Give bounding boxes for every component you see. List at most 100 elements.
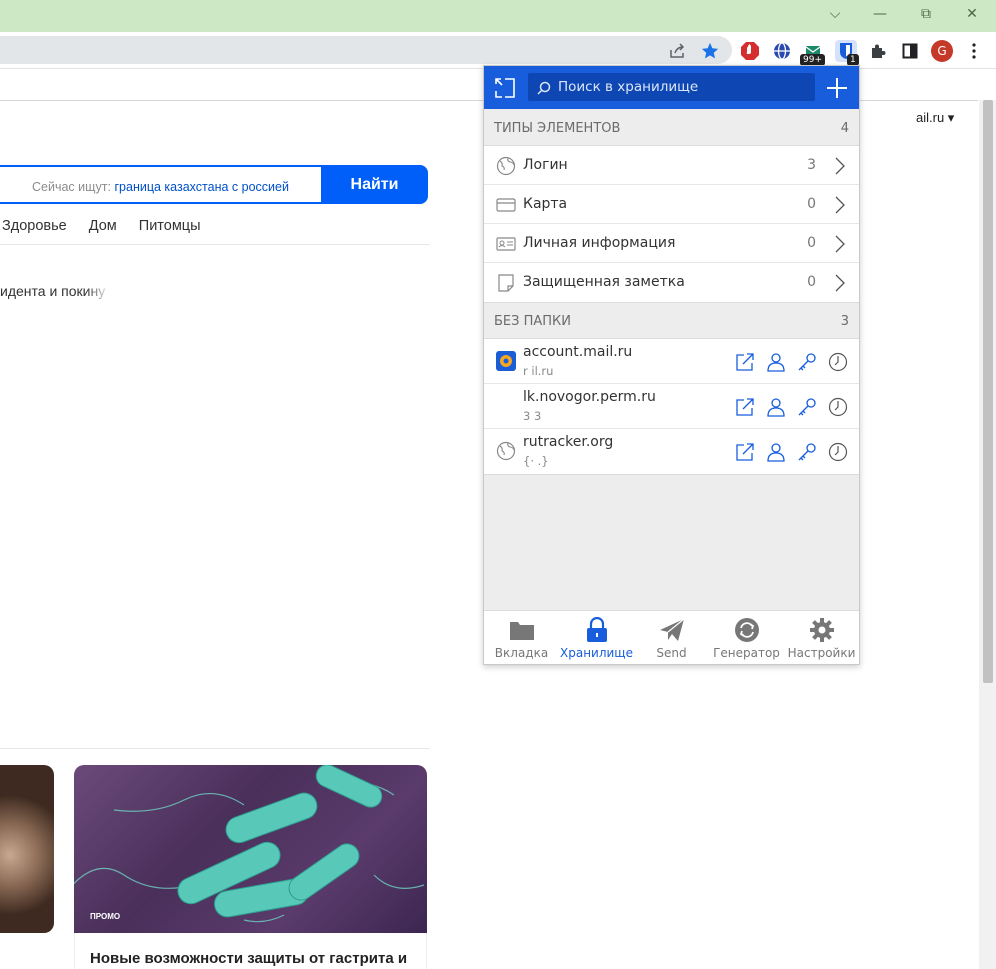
nofolder-section-count: 3 xyxy=(840,314,849,329)
bitwarden-extension-icon[interactable]: 1 xyxy=(835,40,859,66)
bookmark-star-icon[interactable] xyxy=(699,40,721,62)
totp-clock-icon[interactable] xyxy=(827,351,849,373)
promo-card-title[interactable]: Новые возможности защиты от гастрита и xyxy=(90,950,407,967)
types-section-count: 4 xyxy=(840,121,849,136)
vpn-extension-icon[interactable] xyxy=(771,40,793,62)
note-icon xyxy=(496,273,516,293)
news-snippet[interactable]: идента и покину xyxy=(0,283,110,299)
popup-header: Поиск в хранилище xyxy=(484,66,859,109)
popout-icon[interactable] xyxy=(494,77,516,99)
scrollbar-thumb[interactable] xyxy=(983,100,993,683)
tab-label: Настройки xyxy=(787,646,856,660)
type-row-identity[interactable]: Личная информация 0 xyxy=(484,224,859,263)
gear-icon xyxy=(809,617,835,643)
type-count: 0 xyxy=(807,235,816,251)
popup-tab-bar: Вкладка Хранилище Send Генератор Настрой… xyxy=(484,610,859,664)
globe-icon xyxy=(496,441,516,461)
type-count: 0 xyxy=(807,196,816,212)
tab-search-button[interactable]: ⌵ xyxy=(823,4,847,24)
tab-generator[interactable]: Генератор xyxy=(709,611,784,664)
mail-extension-icon[interactable]: 99+ xyxy=(800,40,825,66)
title-bar: ⌵ — ⧉ ✕ xyxy=(0,0,996,32)
lock-icon xyxy=(584,617,610,643)
category-home[interactable]: Дом xyxy=(89,218,117,234)
folder-icon xyxy=(509,617,535,643)
plus-icon xyxy=(827,78,847,98)
extensions-puzzle-icon[interactable] xyxy=(867,40,889,62)
launch-icon[interactable] xyxy=(734,441,756,463)
type-row-login[interactable]: Логин 3 xyxy=(484,146,859,185)
search-icon xyxy=(537,80,551,99)
item-actions xyxy=(734,441,849,463)
mailru-icon xyxy=(496,351,516,371)
copy-username-icon[interactable] xyxy=(765,396,787,418)
type-row-note[interactable]: Защищенная заметка 0 xyxy=(484,263,859,302)
search-button[interactable]: Найти xyxy=(321,165,428,204)
types-section-title: ТИПЫ ЭЛЕМЕНТОВ xyxy=(494,121,621,136)
menu-kebab-icon[interactable] xyxy=(963,40,985,62)
user-account-menu[interactable]: ail.ru ▾ xyxy=(916,110,954,126)
tab-send[interactable]: Send xyxy=(634,611,709,664)
vault-search-input[interactable]: Поиск в хранилище xyxy=(528,73,815,101)
category-divider xyxy=(0,244,430,245)
chevron-right-icon xyxy=(833,194,847,216)
vault-search-placeholder: Поиск в хранилище xyxy=(558,79,699,95)
side-panel-icon[interactable] xyxy=(899,40,921,62)
tab-current-tab[interactable]: Вкладка xyxy=(484,611,559,664)
item-actions xyxy=(734,351,849,373)
id-card-icon xyxy=(496,234,516,254)
search-hint-link[interactable]: граница казахстана с россией xyxy=(115,180,289,194)
search-hint-prefix: Сейчас ищут: xyxy=(32,180,112,194)
type-label: Логин xyxy=(523,157,568,173)
copy-username-icon[interactable] xyxy=(765,351,787,373)
chevron-right-icon xyxy=(833,155,847,177)
profile-avatar[interactable]: G xyxy=(931,40,953,62)
vault-item-row[interactable]: account.mail.ru r il.ru xyxy=(484,339,859,384)
profile-initial: G xyxy=(931,40,953,62)
vault-item-row[interactable]: rutracker.org {· .} xyxy=(484,429,859,474)
category-pets[interactable]: Питомцы xyxy=(139,218,201,234)
type-label: Защищенная заметка xyxy=(523,274,685,290)
types-section-header: ТИПЫ ЭЛЕМЕНТОВ 4 xyxy=(484,111,859,146)
vault-item-row[interactable]: lk.novogor.perm.ru 3 3 xyxy=(484,384,859,429)
copy-password-icon[interactable] xyxy=(796,396,818,418)
type-row-card[interactable]: Карта 0 xyxy=(484,185,859,224)
nofolder-section-header: БЕЗ ПАПКИ 3 xyxy=(484,304,859,339)
launch-icon[interactable] xyxy=(734,396,756,418)
copy-password-icon[interactable] xyxy=(796,441,818,463)
item-username: {· .} xyxy=(523,454,549,468)
promo-label: ПРОМО xyxy=(90,912,121,921)
category-health[interactable]: Здоровье xyxy=(2,218,67,234)
item-name: rutracker.org xyxy=(523,434,614,450)
tab-vault[interactable]: Хранилище xyxy=(559,611,634,664)
minimize-button[interactable]: — xyxy=(868,4,892,24)
types-list: Логин 3 Карта 0 Личная информация 0 Защи… xyxy=(484,145,859,303)
item-username: r il.ru xyxy=(523,364,554,378)
item-actions xyxy=(734,396,849,418)
address-bar[interactable] xyxy=(0,36,732,64)
item-name: account.mail.ru xyxy=(523,344,633,360)
chevron-right-icon xyxy=(833,233,847,255)
tab-label: Генератор xyxy=(713,646,780,660)
item-name: lk.novogor.perm.ru xyxy=(523,389,656,405)
search-input[interactable]: Сейчас ищут: граница казахстана с россие… xyxy=(0,165,322,204)
tab-label: Хранилище xyxy=(560,646,633,660)
promo-card-image[interactable]: ПРОМО xyxy=(74,765,427,933)
tab-settings[interactable]: Настройки xyxy=(784,611,859,664)
add-item-button[interactable] xyxy=(826,77,848,99)
adblock-extension-icon[interactable] xyxy=(739,40,761,62)
item-username: 3 3 xyxy=(523,409,542,423)
share-icon[interactable] xyxy=(666,40,688,62)
totp-clock-icon[interactable] xyxy=(827,441,849,463)
totp-clock-icon[interactable] xyxy=(827,396,849,418)
copy-password-icon[interactable] xyxy=(796,351,818,373)
news-card-image[interactable] xyxy=(0,765,54,933)
restore-button[interactable]: ⧉ xyxy=(914,4,938,24)
launch-icon[interactable] xyxy=(734,351,756,373)
close-button[interactable]: ✕ xyxy=(960,4,984,24)
search-hint: Сейчас ищут: граница казахстана с россие… xyxy=(32,180,289,194)
generator-icon xyxy=(734,617,760,643)
card-icon xyxy=(496,195,516,215)
copy-username-icon[interactable] xyxy=(765,441,787,463)
browser-toolbar: 99+ 1 G xyxy=(0,32,996,68)
